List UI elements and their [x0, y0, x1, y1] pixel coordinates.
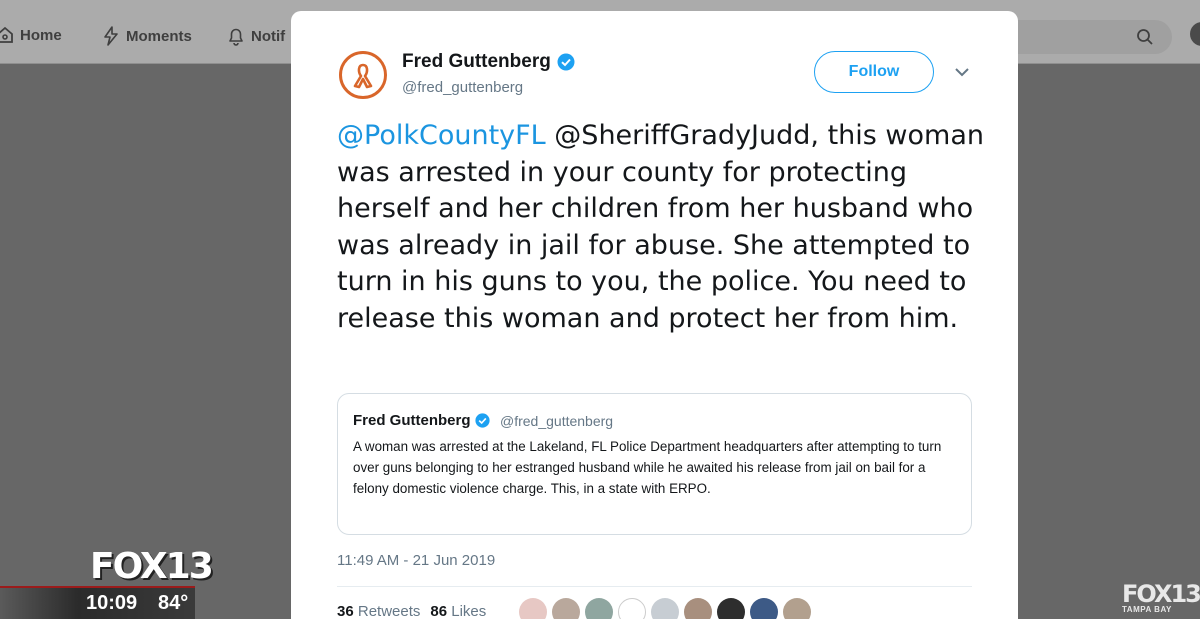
ribbon-icon	[353, 63, 373, 89]
divider	[337, 586, 972, 587]
fox13-logo: FOX13	[90, 546, 214, 587]
likes-stat[interactable]: 86 Likes	[430, 603, 486, 619]
likes-count: 86	[430, 603, 448, 619]
bell-icon	[229, 28, 243, 46]
author-name-label: Fred Guttenberg	[402, 51, 551, 72]
retweets-count: 36	[337, 603, 354, 619]
broadcast-time: 10:09	[86, 592, 138, 614]
liker-avatar[interactable]	[750, 598, 778, 619]
liker-avatar[interactable]	[684, 598, 712, 619]
quoted-tweet-text: A woman was arrested at the Lakeland, FL…	[353, 439, 942, 496]
liker-avatars	[519, 598, 811, 619]
tweet-text: @PolkCountyFL @SheriffGradyJudd, this wo…	[337, 118, 987, 338]
liker-avatar[interactable]	[618, 598, 646, 619]
retweets-label: Retweets	[357, 603, 421, 619]
liker-avatar[interactable]	[585, 598, 613, 619]
author-name[interactable]: Fred Guttenberg	[402, 51, 575, 73]
tweet-card: Fred Guttenberg @fred_guttenberg Follow …	[291, 11, 1018, 619]
nav-home-label: Home	[20, 26, 62, 44]
liker-avatar[interactable]	[651, 598, 679, 619]
liker-avatar[interactable]	[519, 598, 547, 619]
liker-avatar[interactable]	[717, 598, 745, 619]
author-avatar[interactable]	[339, 51, 387, 99]
liker-avatar[interactable]	[783, 598, 811, 619]
nav-notifications[interactable]: Notif	[227, 26, 285, 46]
broadcast-temperature: 84°	[158, 592, 189, 614]
quoted-tweet[interactable]: Fred Guttenberg @fred_guttenberg A woman…	[337, 393, 972, 535]
nav-home[interactable]: Home	[0, 26, 62, 44]
verified-badge-icon	[557, 53, 575, 71]
follow-button[interactable]: Follow	[814, 51, 934, 93]
fox13-watermark: FOX13	[1122, 580, 1200, 608]
chevron-down-icon[interactable]	[954, 67, 970, 77]
user-avatar[interactable]	[1190, 22, 1200, 46]
search-input[interactable]	[1000, 20, 1172, 54]
verified-badge-icon	[474, 413, 490, 428]
nav-notifications-label: Notif	[251, 27, 286, 45]
nav-moments-label: Moments	[126, 27, 192, 45]
search-icon[interactable]	[1136, 28, 1154, 46]
quoted-author-name[interactable]: Fred Guttenberg	[353, 412, 490, 429]
tweet-stats: 36 Retweets 86 Likes	[337, 603, 486, 619]
quoted-author-handle[interactable]: @fred_guttenberg	[500, 413, 613, 429]
quoted-author-name-label: Fred Guttenberg	[353, 412, 471, 429]
tweet-timestamp[interactable]: 11:49 AM - 21 Jun 2019	[337, 552, 495, 569]
nav-moments[interactable]: Moments	[102, 26, 192, 46]
mention-link[interactable]: @PolkCountyFL	[337, 120, 546, 151]
author-handle[interactable]: @fred_guttenberg	[402, 79, 523, 96]
lightning-icon	[104, 26, 118, 46]
retweets-stat[interactable]: 36 Retweets	[337, 603, 420, 619]
tweet-body: @SheriffGradyJudd, this woman was arrest…	[337, 120, 984, 334]
liker-avatar[interactable]	[552, 598, 580, 619]
likes-label: Likes	[451, 603, 487, 619]
fox13-watermark-subtitle: TAMPA BAY	[1122, 605, 1172, 614]
home-icon	[0, 26, 13, 43]
